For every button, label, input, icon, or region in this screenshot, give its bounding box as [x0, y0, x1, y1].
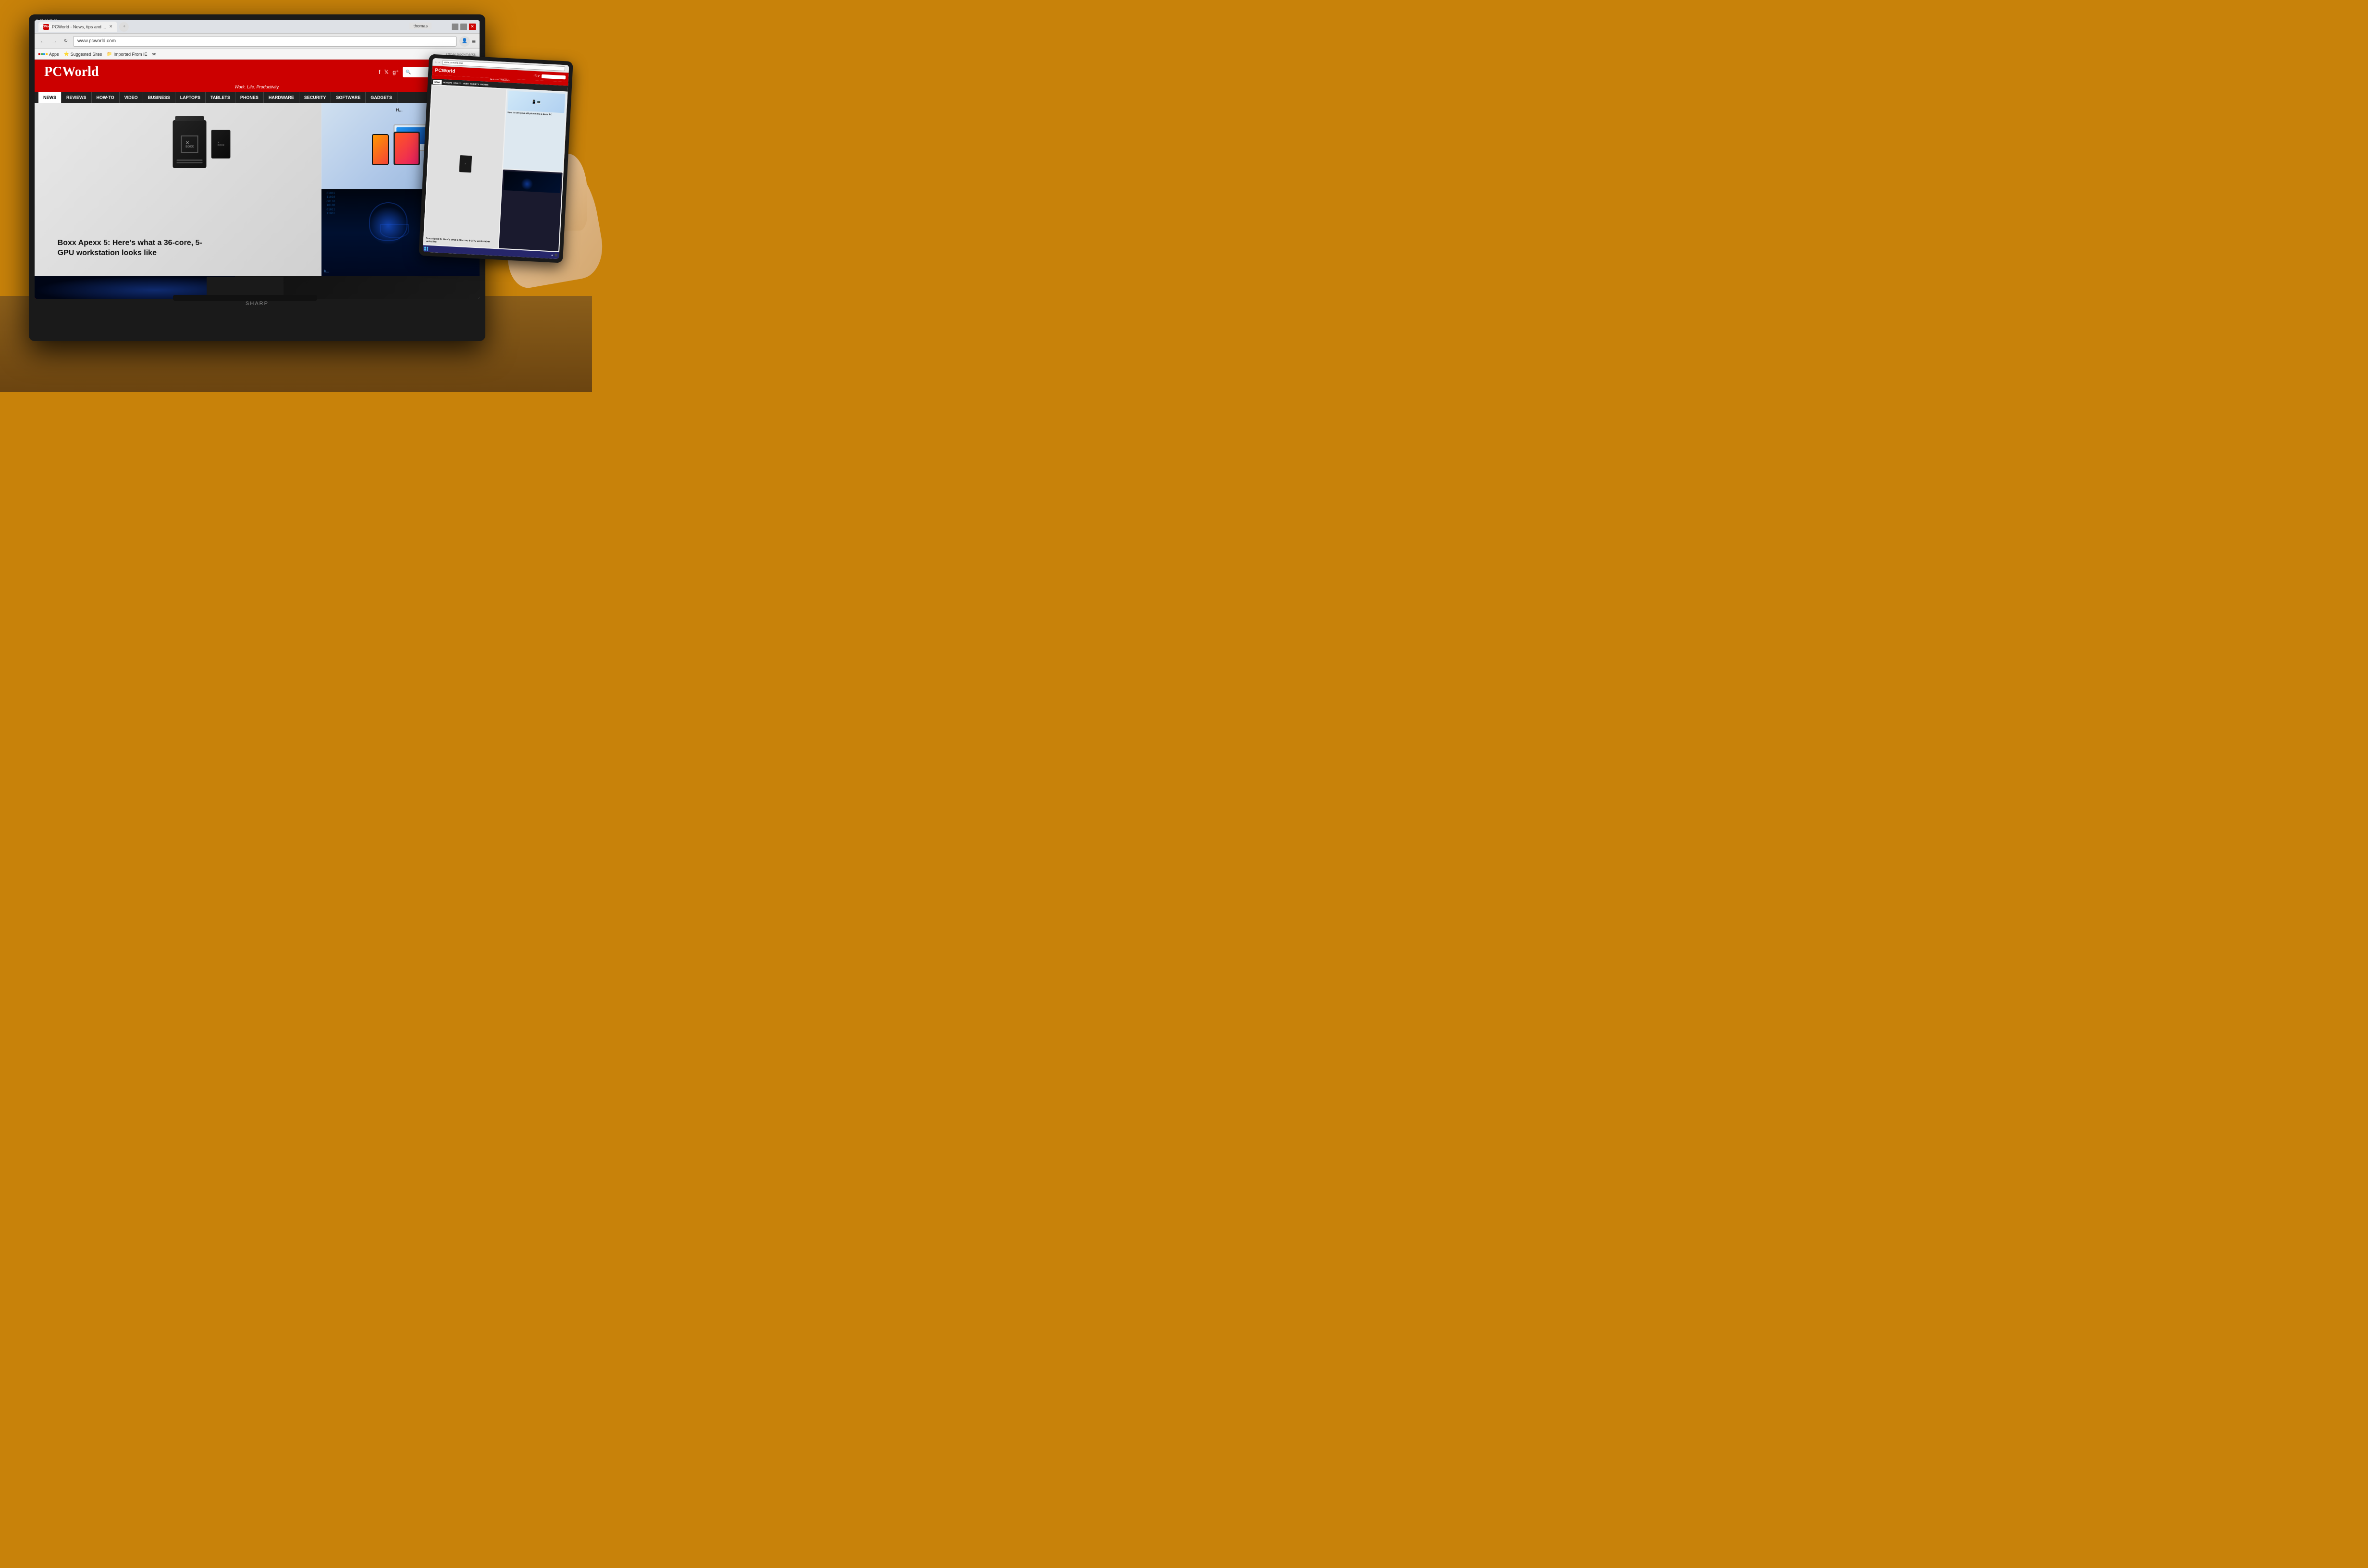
- nav-howto[interactable]: HOW-TO: [92, 92, 120, 103]
- scene: AQUOS PCWorld PCWorld - News, tips and .…: [0, 0, 592, 392]
- imported-label: Imported From IE: [114, 52, 148, 57]
- tablet-device[interactable]: ← → www.pcworld.com PCWorld f 𝕏 g⁺ Work.…: [419, 54, 573, 263]
- browser-window: PCWorld PCWorld - News, tips and ... ✕ +…: [35, 20, 480, 299]
- site-tagline: Work. Life. Productivity.: [35, 85, 480, 92]
- hamburger-menu[interactable]: ≡: [472, 37, 476, 45]
- nav-laptops[interactable]: LAPTOPS: [175, 92, 206, 103]
- new-tab-button[interactable]: +: [119, 22, 129, 32]
- nav-gadgets[interactable]: GADGETS: [366, 92, 397, 103]
- address-bar[interactable]: www.pcworld.com: [73, 36, 456, 47]
- tv-stand-base: [173, 295, 317, 301]
- profile-icon[interactable]: 👤: [459, 36, 470, 47]
- tablet-screen: ← → www.pcworld.com PCWorld f 𝕏 g⁺ Work.…: [423, 58, 569, 259]
- tablet-side-article-2[interactable]: [499, 169, 563, 251]
- tablet-win-q2: [427, 247, 429, 249]
- tab-title: PCWorld - News, tips and ...: [52, 24, 106, 29]
- tablet-tray: ▲ ⬛: [551, 254, 557, 257]
- nav-software[interactable]: SOFTWARE: [331, 92, 366, 103]
- tablet-site-search[interactable]: [542, 74, 566, 79]
- hand-with-tablet: ← → www.pcworld.com PCWorld f 𝕏 g⁺ Work.…: [424, 58, 587, 288]
- boxx-logo: ✕ BOXX: [181, 135, 198, 153]
- site-header: PCWorld f 𝕏 g⁺ 🔍: [35, 60, 480, 85]
- browser-titlebar: PCWorld PCWorld - News, tips and ... ✕ +…: [35, 20, 480, 34]
- tablet-side-articles: 📱💻 How to turn your old phone into a bas…: [499, 89, 567, 251]
- hero-article[interactable]: ✕ BOXX: [35, 103, 321, 276]
- tablet-win-q1: [424, 246, 426, 248]
- hero-text-overlay: Boxx Apexx 5: Here's what a 36-core, 5-G…: [58, 238, 207, 258]
- twitter-icon[interactable]: 𝕏: [384, 69, 389, 75]
- browser-toolbar: ← → ↻ www.pcworld.com 👤 ≡: [35, 34, 480, 49]
- nav-reviews[interactable]: REVIEWS: [62, 92, 92, 103]
- tablet-nav-reviews[interactable]: REVIEWS: [443, 81, 452, 84]
- tablet-side-image-1: 📱💻: [508, 91, 565, 113]
- reload-button[interactable]: ↻: [62, 37, 70, 46]
- toolbar-right: 👤 ≡: [459, 36, 476, 47]
- tablet-win-q4: [426, 249, 428, 251]
- tablet-nav-video[interactable]: VIDEO: [463, 82, 469, 85]
- skull-jaw: [380, 224, 409, 238]
- tablet-nav-howto[interactable]: HOW-TO: [453, 82, 461, 85]
- tablet-site-logo: PCWorld: [435, 68, 456, 74]
- bookmarks-bar: Apps ⭐ Suggested Sites 📁 Imported From I…: [35, 49, 480, 60]
- tablet-win-q3: [424, 249, 426, 251]
- nav-security[interactable]: SECURITY: [299, 92, 332, 103]
- tab-close-btn[interactable]: ✕: [109, 24, 113, 29]
- tab-favicon: PCWorld: [43, 24, 49, 30]
- nav-hardware[interactable]: HARDWARE: [264, 92, 299, 103]
- tablet-nav-phones[interactable]: PHONES: [481, 83, 489, 86]
- suggested-label: Suggested Sites: [71, 52, 102, 57]
- apps-label: Apps: [49, 52, 59, 57]
- nav-phones[interactable]: PHONES: [235, 92, 264, 103]
- tablet-side-article-1[interactable]: 📱💻 How to turn your old phone into a bas…: [503, 89, 567, 172]
- tablet-hero-image: ✕: [426, 87, 505, 241]
- suggested-sites-bookmark[interactable]: ⭐ Suggested Sites: [64, 51, 102, 57]
- user-label: thomas: [413, 24, 428, 28]
- tablet-content: ✕ Boxx Apexx 5: Here's what a 36-core, 5…: [423, 85, 567, 252]
- tablet-windows-logo: [424, 246, 428, 250]
- site-logo: PCWorld: [44, 64, 99, 80]
- minimize-button[interactable]: [452, 24, 458, 30]
- boxx-product-image: ✕ BOXX: [173, 120, 207, 168]
- close-button[interactable]: ✕: [469, 24, 476, 30]
- content-grid: ✕ BOXX: [35, 103, 480, 276]
- side-article-2-title: b...: [324, 270, 329, 273]
- tablet-nav-news[interactable]: NEWS: [433, 79, 442, 84]
- hero-image: ✕ BOXX: [35, 103, 321, 276]
- googleplus-icon[interactable]: g⁺: [393, 69, 399, 75]
- url-text: www.pcworld.com: [77, 38, 116, 44]
- imported-bookmark[interactable]: 📁 Imported From IE: [107, 51, 147, 57]
- se-bookmark[interactable]: se: [152, 52, 156, 56]
- maximize-button[interactable]: [460, 24, 467, 30]
- nav-tablets[interactable]: TABLETS: [206, 92, 235, 103]
- tablet-blue-glow: [520, 177, 533, 190]
- tablet-side-image-2: [504, 171, 561, 193]
- browser-tab[interactable]: PCWorld PCWorld - News, tips and ... ✕: [38, 22, 117, 32]
- hero-title: Boxx Apexx 5: Here's what a 36-core, 5-G…: [58, 238, 207, 258]
- site-header-wrapper: PCWorld f 𝕏 g⁺ 🔍 SUBSCRIBE: [35, 60, 480, 85]
- tv-screen: PCWorld PCWorld - News, tips and ... ✕ +…: [35, 20, 480, 299]
- user-profile: thomas: [409, 23, 432, 29]
- apps-bookmark[interactable]: Apps: [38, 52, 59, 57]
- nav-video[interactable]: VIDEO: [120, 92, 143, 103]
- devices-stack: [372, 124, 430, 168]
- matrix-text: 010011101000110101000101111001: [326, 192, 335, 216]
- tablet-hero-article[interactable]: ✕ Boxx Apexx 5: Here's what a 36-core, 5…: [424, 86, 506, 248]
- tablet-header-right: f 𝕏 g⁺: [533, 74, 566, 79]
- nav-business[interactable]: BUSINESS: [143, 92, 175, 103]
- site-navigation: NEWS REVIEWS HOW-TO VIDEO BUSINESS LAPTO…: [35, 92, 480, 103]
- nav-news[interactable]: NEWS: [38, 92, 62, 103]
- website-content: PCWorld f 𝕏 g⁺ 🔍 SUBSCRIBE: [35, 60, 480, 299]
- tablet-forward-btn[interactable]: →: [437, 61, 440, 63]
- back-button[interactable]: ←: [38, 37, 47, 46]
- tablet-nav-tablets[interactable]: TABLETS: [470, 82, 479, 85]
- facebook-icon[interactable]: f: [379, 69, 380, 75]
- forward-button[interactable]: →: [50, 37, 59, 46]
